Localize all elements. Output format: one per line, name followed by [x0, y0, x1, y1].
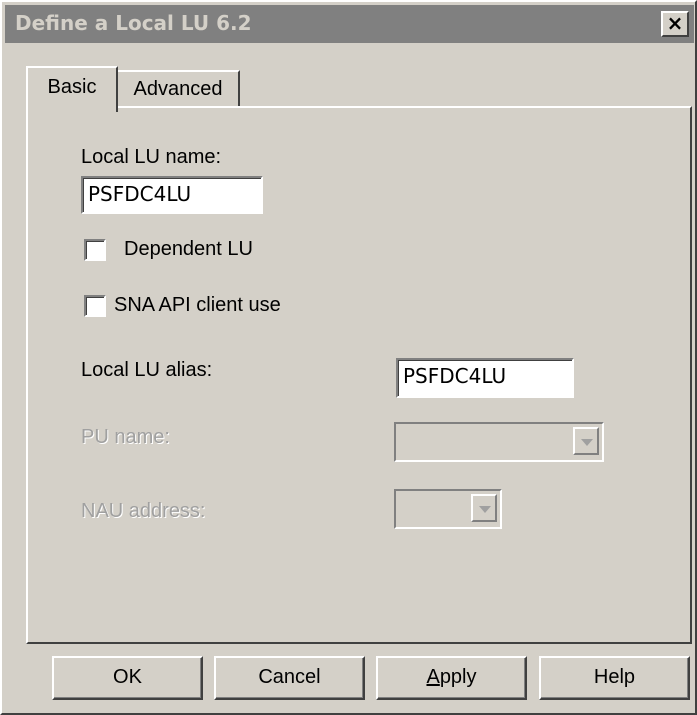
- tab-basic-label: Basic: [47, 76, 97, 98]
- chevron-down-icon[interactable]: [471, 494, 497, 522]
- local-lu-name-label: Local LU name:: [81, 146, 222, 168]
- apply-button[interactable]: Apply: [376, 656, 527, 700]
- tab-basic[interactable]: Basic: [26, 66, 118, 112]
- ok-button[interactable]: OK: [52, 656, 203, 700]
- help-button[interactable]: Help: [539, 656, 690, 700]
- window-title: Define a Local LU 6.2: [15, 11, 252, 35]
- local-lu-name-value: PSFDC4LU: [88, 182, 192, 206]
- close-button[interactable]: ×: [661, 11, 689, 37]
- nau-address-label: NAU address:: [81, 500, 206, 522]
- pu-name-label: PU name:: [81, 426, 170, 448]
- local-lu-name-input[interactable]: PSFDC4LU: [81, 176, 263, 214]
- pu-name-dropdown[interactable]: [394, 422, 604, 462]
- title-bar[interactable]: Define a Local LU 6.2 ×: [5, 5, 694, 43]
- sna-api-client-label[interactable]: SNA API client use: [114, 294, 281, 317]
- dialog-window: Define a Local LU 6.2 × Basic Advanced L…: [0, 0, 697, 715]
- local-lu-alias-input[interactable]: PSFDC4LU: [396, 358, 574, 398]
- tab-advanced-label: Advanced: [133, 78, 223, 100]
- tab-advanced[interactable]: Advanced: [118, 70, 240, 107]
- basic-tab-panel: Local LU name: PSFDC4LU Dependent LU SNA…: [26, 106, 692, 644]
- chevron-down-icon[interactable]: [573, 427, 599, 455]
- apply-button-label: Apply: [426, 666, 476, 688]
- nau-address-dropdown[interactable]: [394, 489, 502, 529]
- local-lu-alias-value: PSFDC4LU: [403, 364, 507, 388]
- cancel-button-label: Cancel: [258, 666, 321, 688]
- help-button-label: Help: [593, 666, 636, 688]
- dependent-lu-checkbox[interactable]: [84, 239, 106, 261]
- local-lu-alias-label: Local LU alias:: [81, 359, 213, 381]
- sna-api-client-checkbox[interactable]: [84, 295, 106, 317]
- apply-access-key: A: [426, 666, 440, 688]
- ok-button-label: OK: [113, 666, 142, 688]
- cancel-button[interactable]: Cancel: [214, 656, 365, 700]
- dependent-lu-label[interactable]: Dependent LU: [124, 238, 253, 261]
- apply-label-rest: pply: [439, 666, 477, 688]
- close-icon: ×: [666, 11, 684, 35]
